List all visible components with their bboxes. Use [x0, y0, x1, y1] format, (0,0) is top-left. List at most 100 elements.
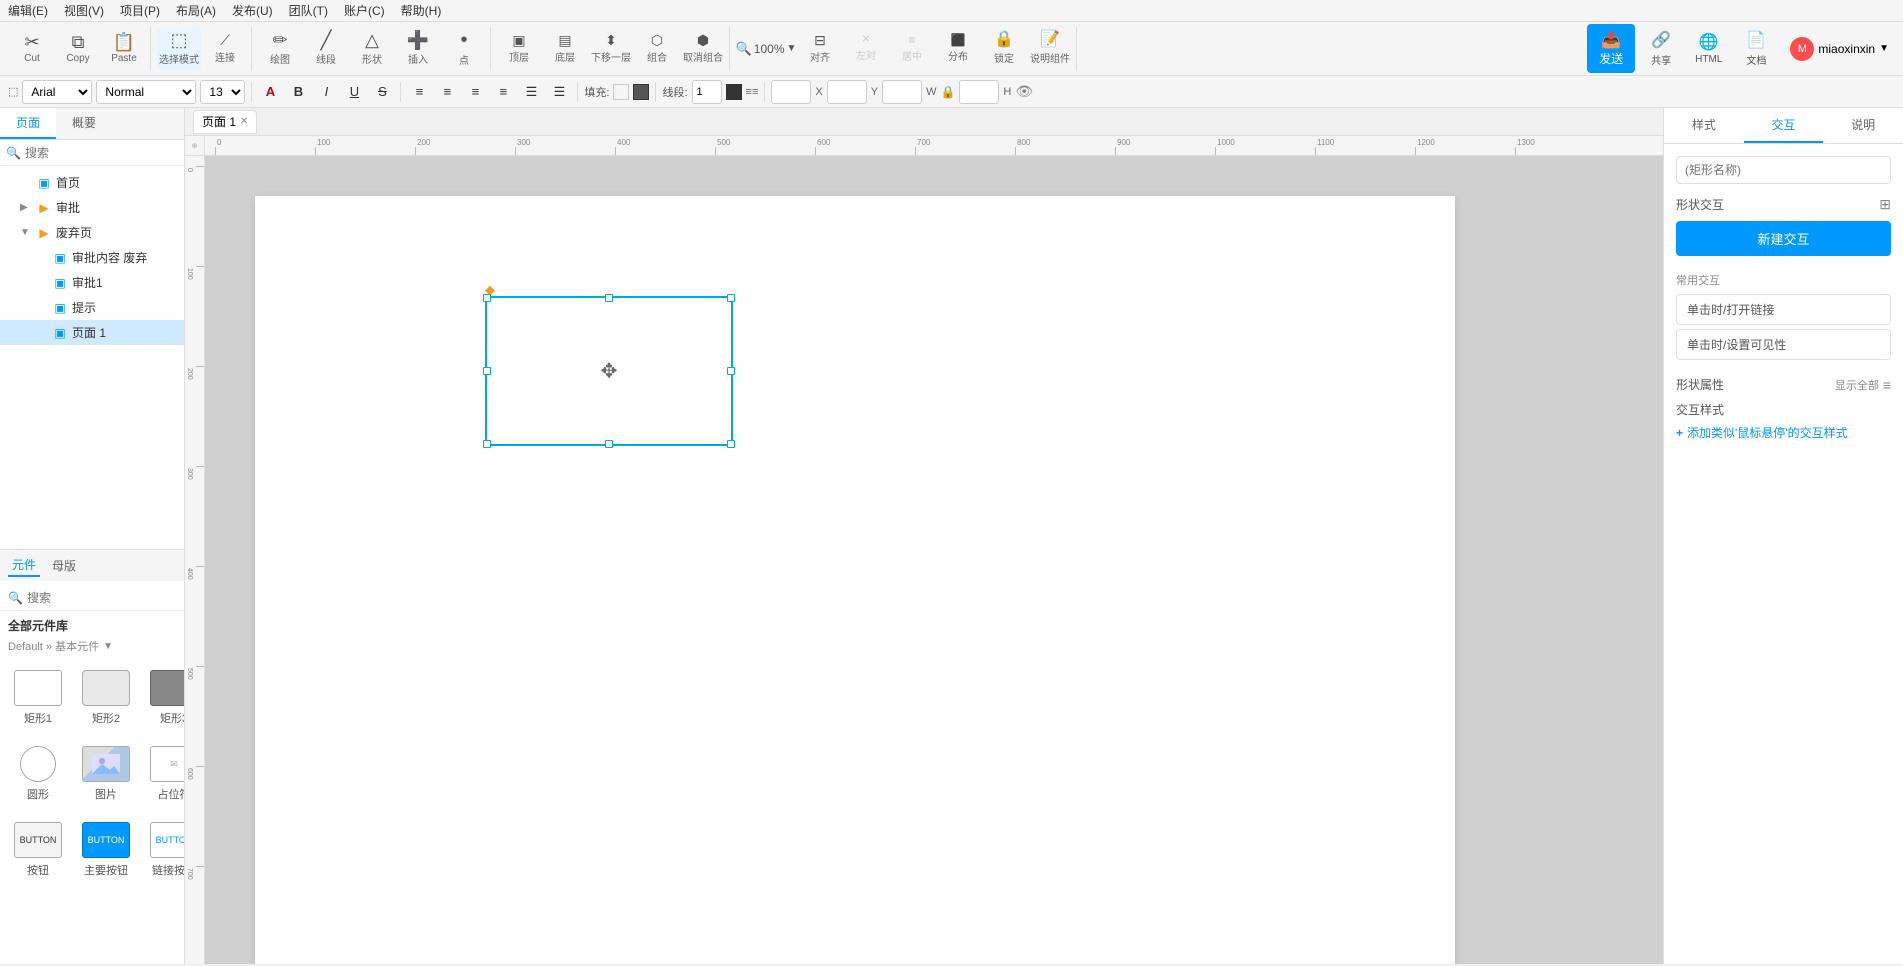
- tab-outline[interactable]: 概要: [56, 108, 112, 139]
- comp-item-rect3[interactable]: 矩形3: [144, 664, 184, 732]
- shape-interaction-settings-icon[interactable]: ⊞: [1879, 196, 1891, 213]
- handle-ml[interactable]: [483, 367, 491, 375]
- share-button[interactable]: 🔗 共享: [1643, 26, 1679, 71]
- remove-button[interactable]: ✕ 左对: [844, 28, 888, 70]
- tab-style[interactable]: 样式: [1664, 108, 1744, 143]
- menu-view[interactable]: 视图(V): [64, 2, 104, 19]
- user-area[interactable]: M miaoxinxin ▼: [1782, 33, 1897, 65]
- align-center-button[interactable]: ≡: [435, 80, 459, 104]
- canvas-scroll-area[interactable]: ◆ ✥: [205, 156, 1663, 964]
- font-family-select[interactable]: Arial: [22, 80, 92, 104]
- next-layer-button[interactable]: ⬍ 下移一层: [589, 28, 633, 70]
- lock-ratio-icon[interactable]: 🔒: [940, 85, 955, 99]
- fill-color-box[interactable]: [633, 84, 649, 100]
- select-mode-button[interactable]: ⬚ 选择模式: [157, 28, 201, 70]
- handle-mr[interactable]: [727, 367, 735, 375]
- menu-account[interactable]: 账户(C): [344, 2, 385, 19]
- handle-bc[interactable]: [605, 440, 613, 448]
- tree-item-approval[interactable]: ▶ ▶ 审批: [0, 195, 184, 220]
- html-button[interactable]: 🌐 HTML: [1687, 28, 1730, 69]
- page-search-input[interactable]: [25, 146, 180, 160]
- y-input[interactable]: 130: [827, 80, 867, 104]
- list-button[interactable]: ☰: [519, 80, 543, 104]
- menu-edit[interactable]: 编辑(E): [8, 2, 48, 19]
- comp-item-main-button[interactable]: BUTTON 主要按钮: [76, 816, 136, 884]
- bottom-layer-button[interactable]: ▤ 底层: [543, 28, 587, 70]
- visibility-icon[interactable]: 👁: [1015, 83, 1033, 100]
- paste-button[interactable]: 📋 Paste: [102, 28, 146, 70]
- menu-team[interactable]: 团队(T): [289, 2, 328, 19]
- align-justify-button[interactable]: ≡: [491, 80, 515, 104]
- handle-tl[interactable]: [483, 294, 491, 302]
- tree-item-home[interactable]: ▣ 首页: [0, 170, 184, 195]
- shape-name-input[interactable]: [1676, 156, 1891, 184]
- italic-button[interactable]: I: [314, 80, 338, 104]
- publish-button[interactable]: 📤 发送: [1587, 24, 1635, 73]
- handle-tr[interactable]: [727, 294, 735, 302]
- handle-tc[interactable]: [605, 294, 613, 302]
- tab-components[interactable]: 元件: [8, 554, 40, 577]
- add-hover-style-button[interactable]: + 添加类似'鼠标悬停'的交互样式: [1676, 424, 1891, 441]
- shape-button[interactable]: △ 形状: [350, 28, 394, 70]
- show-all-label[interactable]: 显示全部: [1835, 377, 1879, 393]
- align-left-button[interactable]: ≡: [407, 80, 431, 104]
- w-input[interactable]: 300: [882, 80, 922, 104]
- center-h-button[interactable]: ≡ 居中: [890, 28, 934, 70]
- interaction-click-link[interactable]: 单击时/打开链接: [1676, 294, 1891, 325]
- align-button[interactable]: ⊟ 对齐: [798, 28, 842, 70]
- tab-masters[interactable]: 母版: [48, 555, 80, 576]
- props-menu-icon[interactable]: ≡: [1883, 377, 1891, 393]
- menu-help[interactable]: 帮助(H): [401, 2, 442, 19]
- comp-search-input[interactable]: [27, 591, 182, 605]
- connection-button[interactable]: ⟋ 连接: [203, 28, 247, 70]
- tab-pages[interactable]: 页面: [0, 108, 56, 139]
- handle-br[interactable]: [727, 440, 735, 448]
- comp-item-button[interactable]: BUTTON 按钮: [8, 816, 68, 884]
- split-button[interactable]: ⬢ 取消组合: [681, 28, 725, 70]
- fill-empty-box[interactable]: [613, 84, 629, 100]
- comp-item-link-button[interactable]: BUTTON 链接按钮: [144, 816, 184, 884]
- new-interaction-button[interactable]: 新建交互: [1676, 221, 1891, 256]
- menu-layout[interactable]: 布局(A): [176, 2, 216, 19]
- draw-button[interactable]: ✏ 绘图: [258, 28, 302, 70]
- tree-item-approval-content[interactable]: ▣ 审批内容 废弃: [0, 245, 184, 270]
- selected-box[interactable]: ◆ ✥: [485, 296, 733, 446]
- style-select[interactable]: Normal: [96, 80, 196, 104]
- comp-item-placeholder[interactable]: ✉ 占位符: [144, 740, 184, 808]
- point-button[interactable]: • 点: [442, 28, 486, 70]
- bold-button[interactable]: B: [286, 80, 310, 104]
- underline-button[interactable]: U: [342, 80, 366, 104]
- list-ordered-button[interactable]: ☰: [547, 80, 571, 104]
- annotation-button[interactable]: 📝 说明组件: [1028, 28, 1072, 70]
- tab-notes[interactable]: 说明: [1823, 108, 1903, 143]
- lock-button[interactable]: 🔒 锁定: [982, 28, 1026, 70]
- font-size-select[interactable]: 13: [200, 80, 245, 104]
- zoom-button[interactable]: 🔍 100% ▼: [736, 28, 796, 70]
- menu-project[interactable]: 项目(P): [120, 2, 160, 19]
- tree-item-page1[interactable]: ▣ 页面 1: [0, 320, 184, 345]
- align-right-button[interactable]: ≡: [463, 80, 487, 104]
- stroke-color-box[interactable]: [726, 84, 742, 100]
- cut-button[interactable]: ✂ Cut: [10, 28, 54, 70]
- distribute-button[interactable]: ⬛ 分布: [936, 28, 980, 70]
- text-color-button[interactable]: A: [258, 80, 282, 104]
- canvas-tab-page1[interactable]: 页面 1 ✕: [193, 110, 257, 134]
- strikethrough-button[interactable]: S: [370, 80, 394, 104]
- tree-item-hint[interactable]: ▣ 提示: [0, 295, 184, 320]
- comp-item-rect1[interactable]: 矩形1: [8, 664, 68, 732]
- comp-item-circle[interactable]: 圆形: [8, 740, 68, 808]
- comp-item-image[interactable]: 图片: [76, 740, 136, 808]
- h-input[interactable]: 170: [959, 80, 999, 104]
- combine-button[interactable]: ⬡ 组合: [635, 28, 679, 70]
- line-button[interactable]: ╱ 线段: [304, 28, 348, 70]
- insert-button[interactable]: ➕ 插入: [396, 28, 440, 70]
- tab-interaction[interactable]: 交互: [1744, 108, 1824, 143]
- tree-item-discard[interactable]: ▼ ▶ 废弃页: [0, 220, 184, 245]
- doc-button[interactable]: 📄 文档: [1738, 26, 1774, 71]
- x-input[interactable]: 167: [771, 80, 811, 104]
- tree-item-approval1[interactable]: ▣ 审批1: [0, 270, 184, 295]
- menu-publish[interactable]: 发布(U): [232, 2, 273, 19]
- top-layer-button[interactable]: ▣ 顶层: [497, 28, 541, 70]
- handle-bl[interactable]: [483, 440, 491, 448]
- canvas-tab-close-icon[interactable]: ✕: [240, 116, 248, 127]
